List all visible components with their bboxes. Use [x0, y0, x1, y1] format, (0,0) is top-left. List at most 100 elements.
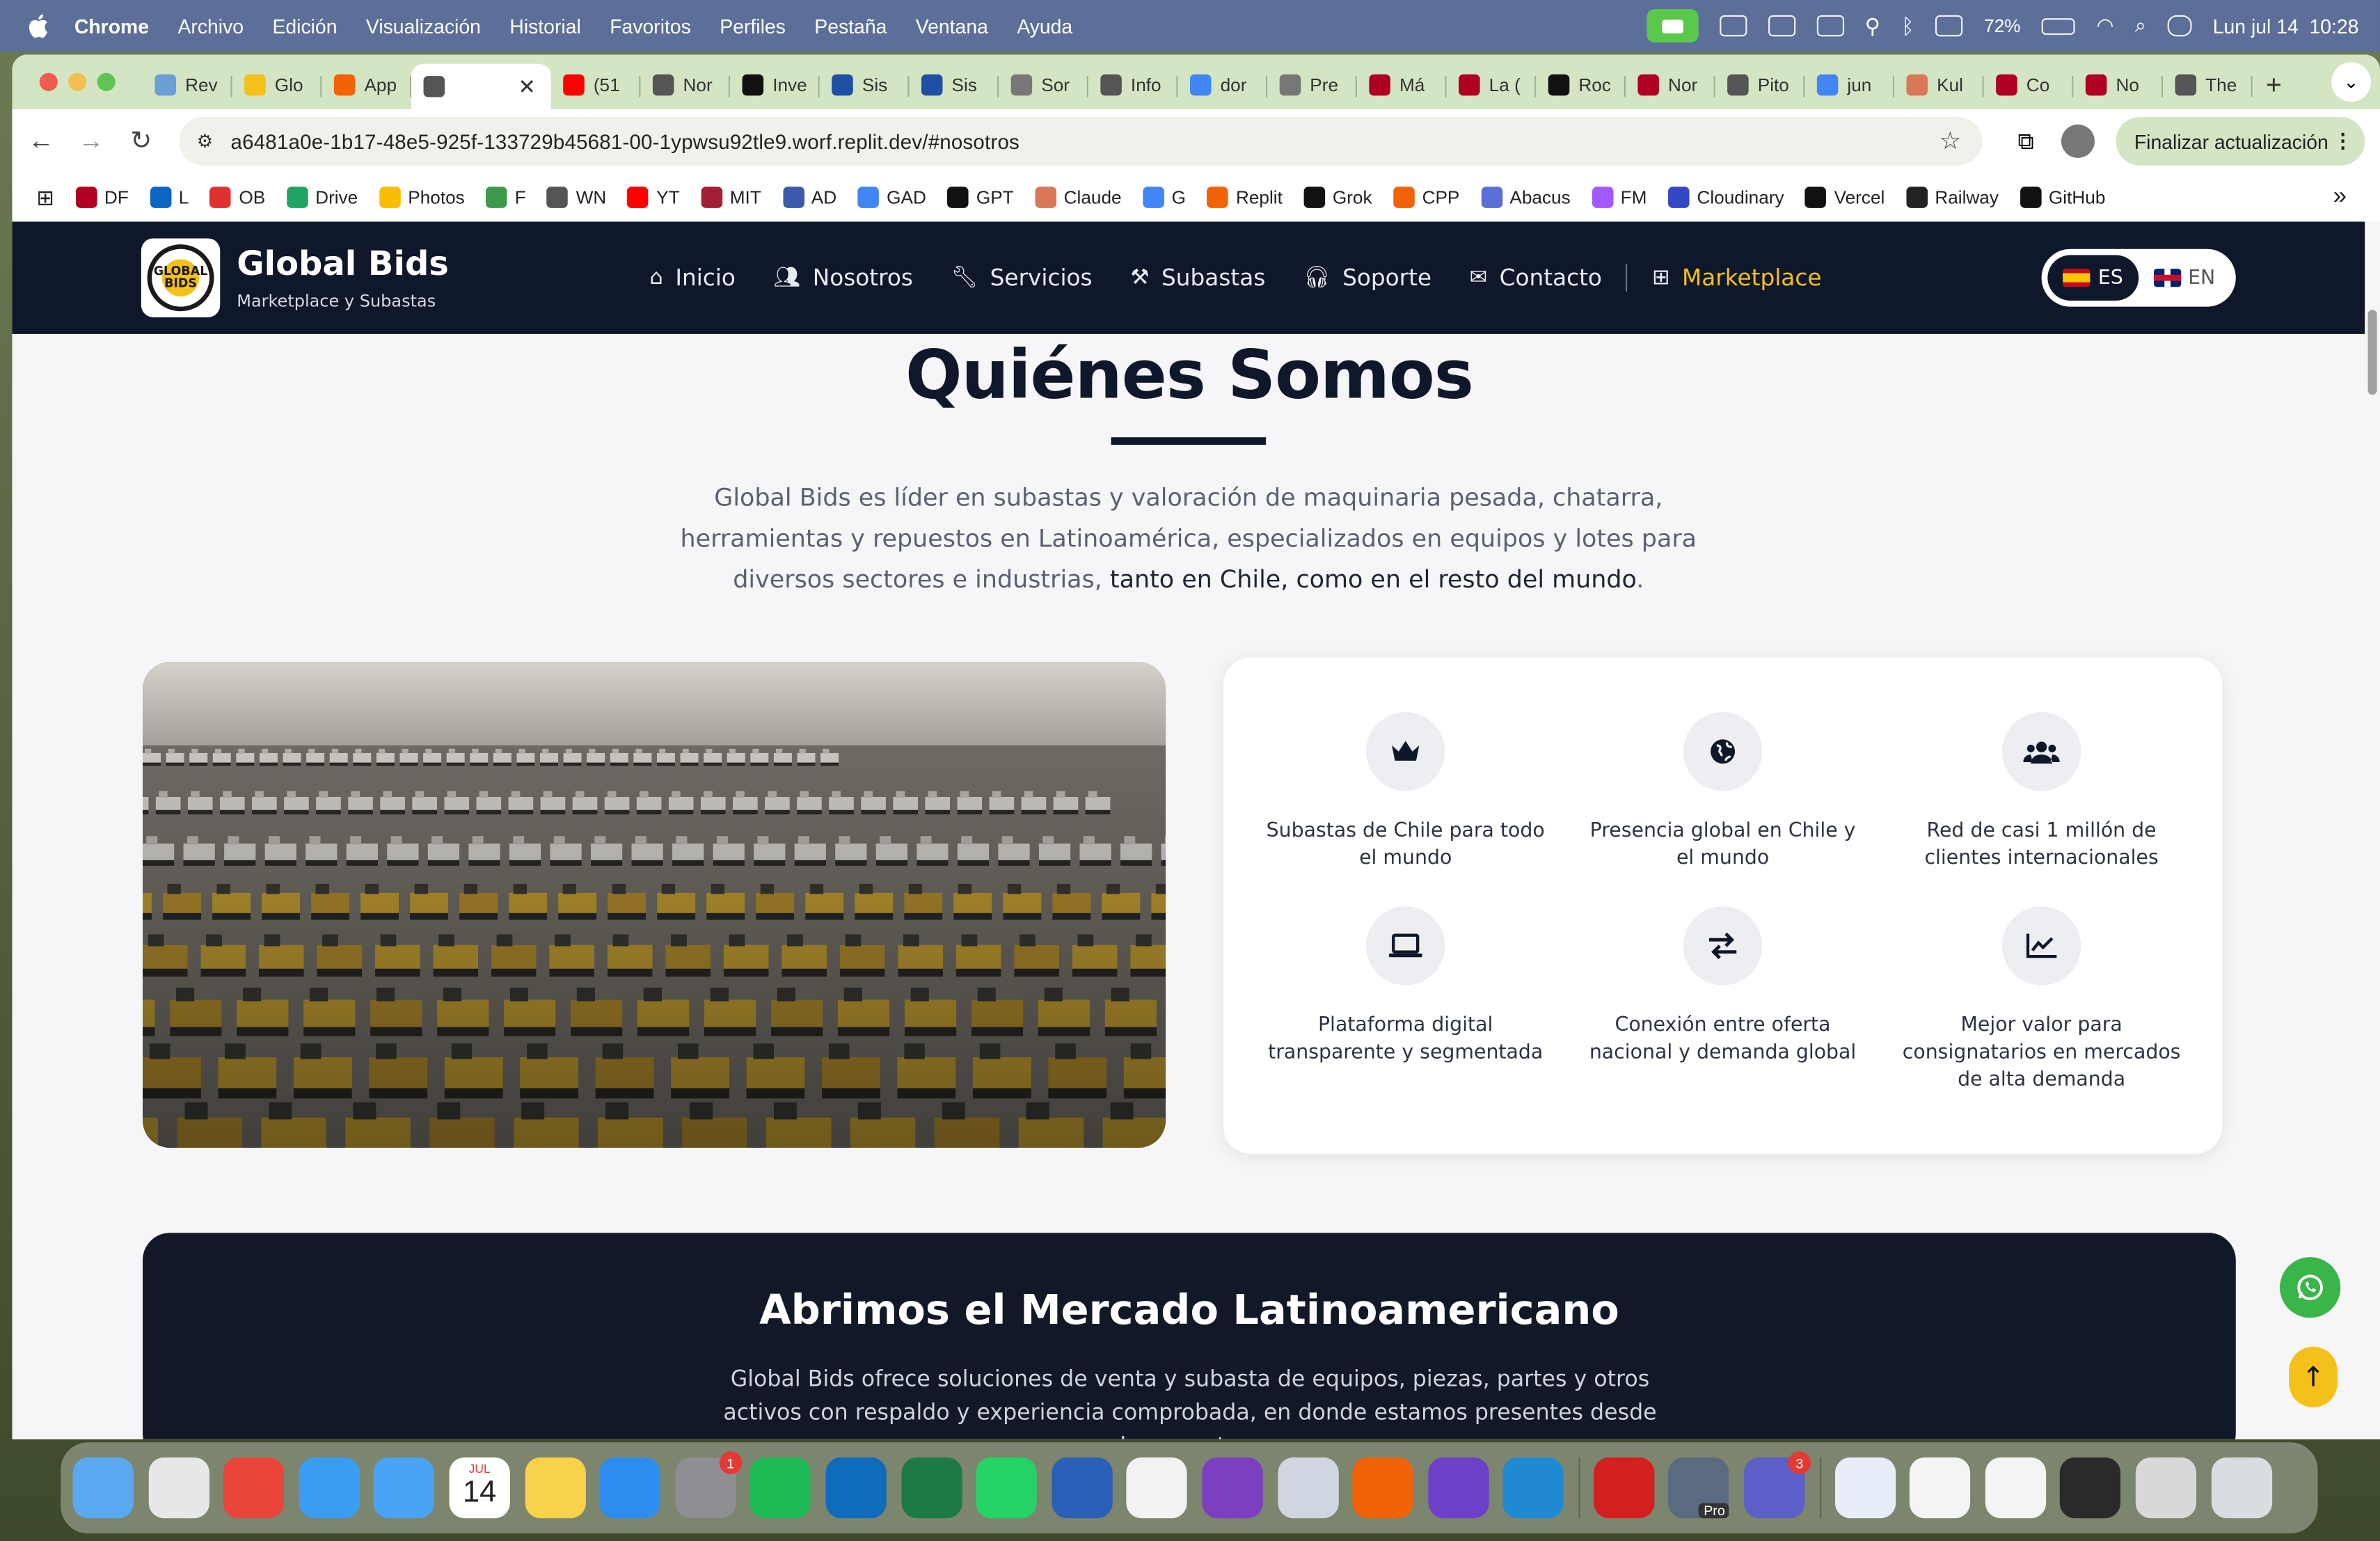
lang-es-button[interactable]: ES — [2047, 255, 2139, 301]
browser-tab[interactable]: Roc — [1536, 64, 1626, 106]
browser-tab[interactable]: Glo — [232, 64, 322, 106]
fantastical-icon[interactable] — [1127, 1457, 1188, 1519]
reload-icon[interactable]: ↻ — [120, 120, 162, 162]
bookmark-item[interactable]: F — [486, 187, 526, 208]
vscode-icon[interactable] — [1502, 1457, 1564, 1519]
menu-visualizacion[interactable]: Visualización — [366, 15, 481, 38]
preview-icon[interactable] — [1277, 1457, 1338, 1519]
menu-favoritos[interactable]: Favoritos — [610, 15, 691, 38]
safari-icon[interactable] — [299, 1457, 360, 1519]
menu-archivo[interactable]: Archivo — [177, 15, 244, 38]
bookmark-item[interactable]: Claude — [1035, 187, 1122, 208]
global-bids-logo[interactable]: GLOBAL BIDS — [141, 238, 221, 317]
bookmark-item[interactable]: GitHub — [2020, 187, 2105, 208]
bookmark-item[interactable]: L — [150, 187, 189, 208]
nav-soporte[interactable]: 🎧︎ Soporte — [1303, 264, 1431, 292]
browser-tab[interactable]: Nor — [640, 64, 731, 106]
finish-update-button[interactable]: Finalizar actualización ⋮ — [2116, 116, 2365, 166]
bookmark-item[interactable]: Vercel — [1805, 187, 1885, 208]
browser-tab[interactable]: Info — [1088, 64, 1178, 106]
browser-tab[interactable]: Nor — [1626, 64, 1715, 106]
whatsapp-button[interactable] — [2280, 1257, 2341, 1318]
zoom-window-icon[interactable] — [97, 72, 116, 91]
outlook-icon[interactable] — [825, 1457, 887, 1519]
bookmark-item[interactable]: Replit — [1207, 187, 1283, 208]
address-bar[interactable]: ⚙ a6481a0e-1b17-48e5-925f-133729b45681-0… — [179, 116, 1983, 166]
word-icon[interactable] — [1051, 1457, 1113, 1519]
nav-marketplace[interactable]: ⊞ Marketplace — [1652, 264, 1822, 292]
teams-status-icon[interactable] — [1719, 15, 1747, 37]
address-url[interactable]: a6481a0e-1b17-48e5-925f-133729b45681-00-… — [231, 129, 1020, 152]
menu-pestana[interactable]: Pestaña — [814, 15, 887, 38]
apps-grid-icon[interactable]: ⊞ — [36, 184, 54, 210]
bluetooth-icon[interactable]: ᛒ — [1902, 14, 1914, 38]
finder-icon[interactable] — [72, 1457, 134, 1519]
browser-tab[interactable]: Pre — [1267, 64, 1357, 106]
browser-tab[interactable]: jun — [1804, 64, 1895, 106]
battery-icon[interactable] — [2042, 17, 2076, 35]
close-tab-icon[interactable]: ✕ — [518, 74, 536, 100]
drive-status-icon[interactable] — [1816, 15, 1844, 37]
bookmark-item[interactable]: GAD — [857, 187, 926, 208]
chrome-icon[interactable] — [223, 1457, 285, 1519]
menubar-datetime[interactable]: Lun jul 14 10:28 — [2213, 15, 2359, 38]
nav-subastas[interactable]: ⚒ Subastas — [1130, 264, 1265, 292]
close-window-icon[interactable] — [39, 72, 58, 91]
acrobat-icon[interactable] — [1593, 1457, 1655, 1519]
bookmark-item[interactable]: WN — [547, 187, 606, 208]
browser-tab[interactable]: (51 — [551, 64, 641, 106]
bookmark-item[interactable]: Drive — [286, 187, 358, 208]
page-scrollbar[interactable] — [2365, 221, 2380, 1439]
browser-tab[interactable]: App — [322, 64, 412, 106]
keynote-icon[interactable] — [599, 1457, 661, 1519]
bookmark-star-icon[interactable]: ☆ — [1939, 126, 1961, 157]
bookmarks-overflow-icon[interactable]: » — [2333, 184, 2347, 211]
bookmark-item[interactable]: G — [1143, 187, 1186, 208]
app-icon[interactable] — [1352, 1457, 1413, 1519]
pdf-window-icon[interactable] — [1910, 1457, 1971, 1519]
apple-icon[interactable] — [27, 14, 49, 38]
calendar-icon[interactable]: JUL 14 — [449, 1457, 510, 1519]
browser-tab[interactable]: Sis — [909, 64, 999, 106]
browser-tab[interactable]: dor — [1178, 64, 1268, 106]
browser-tab[interactable]: Rev — [143, 64, 232, 106]
bookmark-item[interactable]: Cloudinary — [1668, 187, 1784, 208]
browser-tab-active[interactable]: ✕ — [411, 63, 551, 110]
menu-historial[interactable]: Historial — [509, 15, 580, 38]
facetime-window-icon[interactable] — [2135, 1457, 2197, 1519]
outlook-status-icon[interactable] — [1767, 15, 1795, 37]
browser-tab[interactable]: Co — [1984, 64, 2074, 106]
browser-tab[interactable]: Kul — [1894, 64, 1984, 106]
notes-icon[interactable] — [524, 1457, 585, 1519]
browser-tab[interactable]: Inve — [730, 64, 820, 106]
new-tab-icon[interactable]: + — [2253, 64, 2295, 106]
nav-servicios[interactable]: 🔧︎ Servicios — [951, 264, 1092, 292]
display-icon[interactable] — [1935, 15, 1963, 37]
bookmark-item[interactable]: Photos — [379, 187, 465, 208]
browser-tab[interactable]: Pito — [1715, 64, 1805, 106]
system-settings-icon[interactable]: 1 — [675, 1451, 743, 1519]
tab-search-chevron-icon[interactable]: ⌄ — [2331, 62, 2371, 102]
lang-en-button[interactable]: EN — [2139, 255, 2230, 300]
browser-tab[interactable]: Sis — [820, 64, 910, 106]
menu-app-name[interactable]: Chrome — [74, 15, 149, 38]
trash-icon[interactable] — [2211, 1457, 2272, 1519]
nav-inicio[interactable]: ⌂ Inicio — [650, 264, 736, 292]
google-earth-pro-icon[interactable]: Pro — [1669, 1457, 1730, 1519]
browser-tab[interactable]: La ( — [1447, 64, 1537, 106]
kebab-menu-icon[interactable]: ⋮ — [2333, 129, 2352, 153]
screenshot-icon[interactable] — [1985, 1457, 2046, 1519]
bookmark-item[interactable]: Grok — [1303, 187, 1372, 208]
bookmark-item[interactable]: FM — [1592, 187, 1647, 208]
scrollbar-thumb[interactable] — [2367, 309, 2377, 395]
nav-nosotros[interactable]: 👥︎ Nosotros — [773, 264, 912, 292]
bookmark-item[interactable]: Abacus — [1480, 187, 1571, 208]
minimize-window-icon[interactable] — [68, 72, 87, 91]
documents-stack-icon[interactable] — [1834, 1457, 1896, 1519]
menu-ventana[interactable]: Ventana — [916, 15, 988, 38]
bookmark-item[interactable]: DF — [75, 187, 129, 208]
menu-perfiles[interactable]: Perfiles — [720, 15, 786, 38]
browser-tab[interactable]: Sor — [999, 64, 1088, 106]
excel-icon[interactable] — [901, 1457, 962, 1519]
browser-tab[interactable]: The — [2163, 64, 2253, 106]
